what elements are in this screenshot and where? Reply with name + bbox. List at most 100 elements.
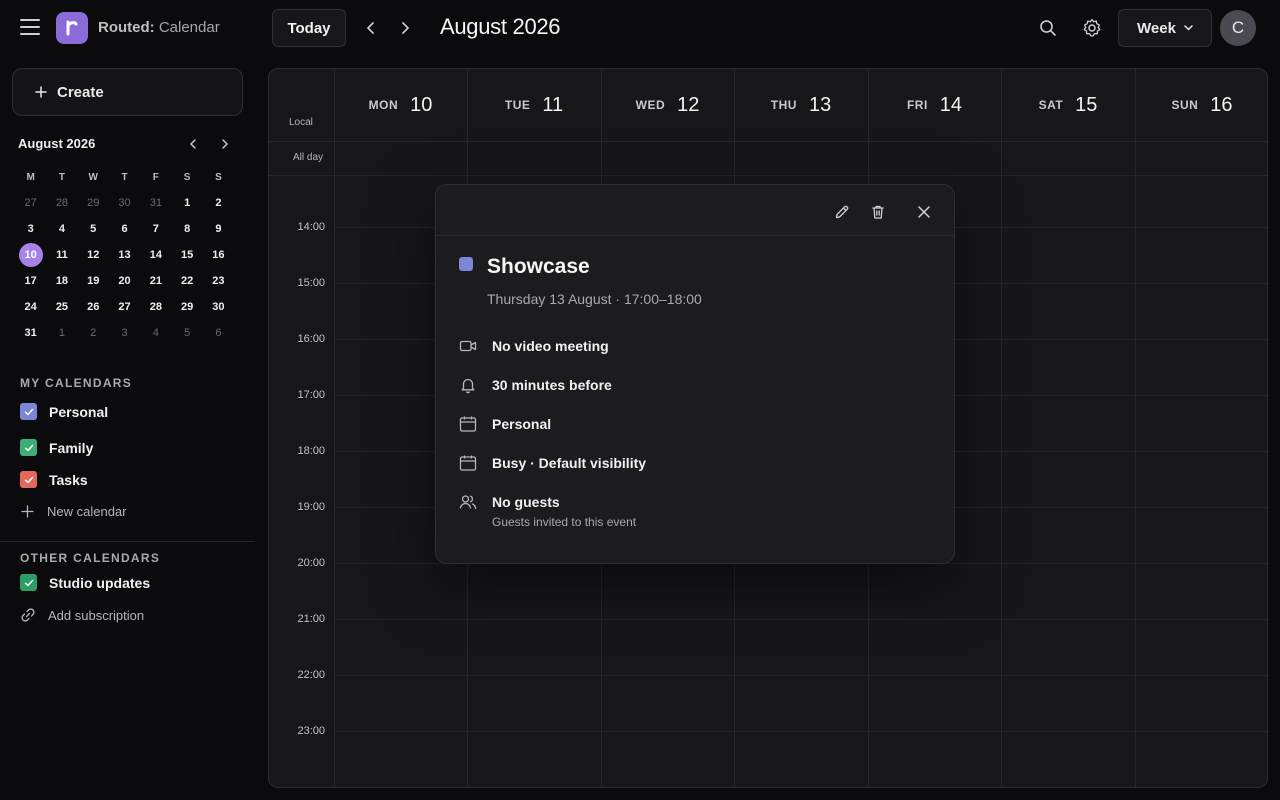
mini-calendar-day[interactable]: 29	[171, 294, 202, 320]
create-button[interactable]: Create	[12, 68, 243, 116]
mini-calendar-day[interactable]: 5	[78, 216, 109, 242]
mini-calendar-day[interactable]: 10	[15, 242, 46, 268]
day-header[interactable]: TUE 11	[467, 69, 601, 141]
day-header[interactable]: FRI 14	[868, 69, 1001, 141]
avatar[interactable]: C	[1220, 10, 1256, 46]
mini-calendar-day[interactable]: 2	[203, 190, 234, 216]
mini-calendar-day[interactable]: 20	[109, 268, 140, 294]
popup-divider	[436, 235, 954, 236]
mini-calendar-day[interactable]: 13	[109, 242, 140, 268]
mini-calendar-day[interactable]: 29	[78, 190, 109, 216]
mini-calendar-day[interactable]: 31	[140, 190, 171, 216]
mini-calendar-day[interactable]: 9	[203, 216, 234, 242]
mini-calendar-day[interactable]: 6	[109, 216, 140, 242]
mini-calendar-day[interactable]: 8	[171, 216, 202, 242]
calendar-item[interactable]: Tasks	[20, 471, 88, 488]
row-divider	[334, 675, 1267, 676]
mini-calendar-day[interactable]: 6	[203, 320, 234, 346]
column-divider	[1001, 69, 1002, 787]
mini-calendar-day[interactable]: 17	[15, 268, 46, 294]
mini-calendar-day[interactable]: 1	[46, 320, 77, 346]
mini-calendar-day[interactable]: 27	[109, 294, 140, 320]
calendar-item[interactable]: Family	[20, 439, 93, 456]
edit-icon[interactable]	[831, 201, 853, 223]
add-subscription-link[interactable]: Add subscription	[20, 607, 144, 623]
day-header[interactable]: MON 10	[334, 69, 467, 141]
plus-icon	[35, 86, 47, 98]
mini-calendar-day[interactable]: 31	[15, 320, 46, 346]
event-guests-row: No guests Guests invited to this event	[459, 493, 636, 529]
mini-calendar-day[interactable]: 18	[46, 268, 77, 294]
calendar-item[interactable]: Personal	[20, 403, 108, 420]
day-header[interactable]: SUN 16	[1135, 69, 1267, 141]
search-icon[interactable]	[1036, 16, 1060, 40]
mini-calendar-day[interactable]: 27	[15, 190, 46, 216]
close-icon[interactable]	[913, 201, 935, 223]
mini-prev-icon[interactable]	[185, 136, 201, 152]
mini-calendar-day[interactable]: 24	[15, 294, 46, 320]
mini-calendar-day[interactable]: 22	[171, 268, 202, 294]
mini-calendar-day[interactable]: 7	[140, 216, 171, 242]
event-reminder: 30 minutes before	[492, 377, 612, 393]
mini-calendar-day[interactable]: 3	[15, 216, 46, 242]
day-date: 11	[542, 93, 564, 116]
create-label: Create	[57, 83, 104, 101]
mini-calendar-day[interactable]: 26	[78, 294, 109, 320]
people-icon	[459, 495, 477, 510]
menu-icon[interactable]	[20, 19, 40, 37]
app-title: Routed: Calendar	[98, 19, 220, 36]
mini-calendar-day[interactable]: 30	[109, 190, 140, 216]
calendar-checkbox[interactable]	[20, 574, 37, 591]
mini-calendar-day[interactable]: 5	[171, 320, 202, 346]
calendar-icon	[459, 416, 477, 432]
day-header[interactable]: THU 13	[734, 69, 868, 141]
gear-icon[interactable]	[1080, 16, 1104, 40]
mini-calendar-day[interactable]: 1	[171, 190, 202, 216]
calendar-label: Tasks	[49, 471, 88, 488]
chevron-right-icon[interactable]	[393, 16, 417, 40]
chevron-left-icon[interactable]	[359, 16, 383, 40]
my-calendars-heading: MY CALENDARS	[20, 376, 133, 390]
mini-calendar-day[interactable]: 23	[203, 268, 234, 294]
day-header[interactable]: WED 12	[601, 69, 734, 141]
trash-icon[interactable]	[867, 201, 889, 223]
calendar-checkbox[interactable]	[20, 471, 37, 488]
mini-calendar-day[interactable]: 16	[203, 242, 234, 268]
mini-calendar-day[interactable]: 30	[203, 294, 234, 320]
mini-calendar-day[interactable]: 4	[46, 216, 77, 242]
event-guests-subtitle: Guests invited to this event	[492, 515, 637, 529]
mini-next-icon[interactable]	[217, 136, 233, 152]
day-name: MON	[368, 98, 399, 112]
mini-calendar-day[interactable]: 28	[46, 190, 77, 216]
calendar-checkbox[interactable]	[20, 403, 37, 420]
mini-calendar-day[interactable]: 25	[46, 294, 77, 320]
event-details-popup: Showcase Thursday 13 August · 17:00–18:0…	[435, 184, 955, 564]
video-icon	[459, 340, 477, 352]
calendar-item[interactable]: Studio updates	[20, 574, 150, 591]
calendar-checkbox[interactable]	[20, 439, 37, 456]
mini-calendar-day[interactable]: 3	[109, 320, 140, 346]
new-calendar-link[interactable]: New calendar	[20, 504, 127, 519]
mini-calendar-day[interactable]: 4	[140, 320, 171, 346]
app-section: Calendar	[158, 19, 220, 36]
mini-calendar-day[interactable]: 12	[78, 242, 109, 268]
view-select[interactable]: Week	[1118, 9, 1212, 47]
check-icon	[24, 476, 33, 483]
bell-icon	[461, 378, 475, 394]
weekday-label: T	[121, 171, 128, 183]
today-button[interactable]: Today	[272, 9, 346, 47]
mini-calendar-day[interactable]: 14	[140, 242, 171, 268]
chevron-down-icon	[1184, 25, 1193, 31]
mini-calendar-day[interactable]: 19	[78, 268, 109, 294]
mini-calendar-day[interactable]: 21	[140, 268, 171, 294]
mini-calendar-day[interactable]: 2	[78, 320, 109, 346]
hour-label: 22:00	[297, 669, 325, 681]
event-title: Showcase	[487, 255, 590, 278]
day-date: 16	[1210, 93, 1233, 116]
day-header[interactable]: SAT 15	[1001, 69, 1135, 141]
mini-calendar-day[interactable]: 28	[140, 294, 171, 320]
mini-calendar-day[interactable]: 11	[46, 242, 77, 268]
day-name: TUE	[504, 98, 531, 112]
mini-calendar-day[interactable]: 15	[171, 242, 202, 268]
allday-label: All day	[293, 152, 324, 163]
